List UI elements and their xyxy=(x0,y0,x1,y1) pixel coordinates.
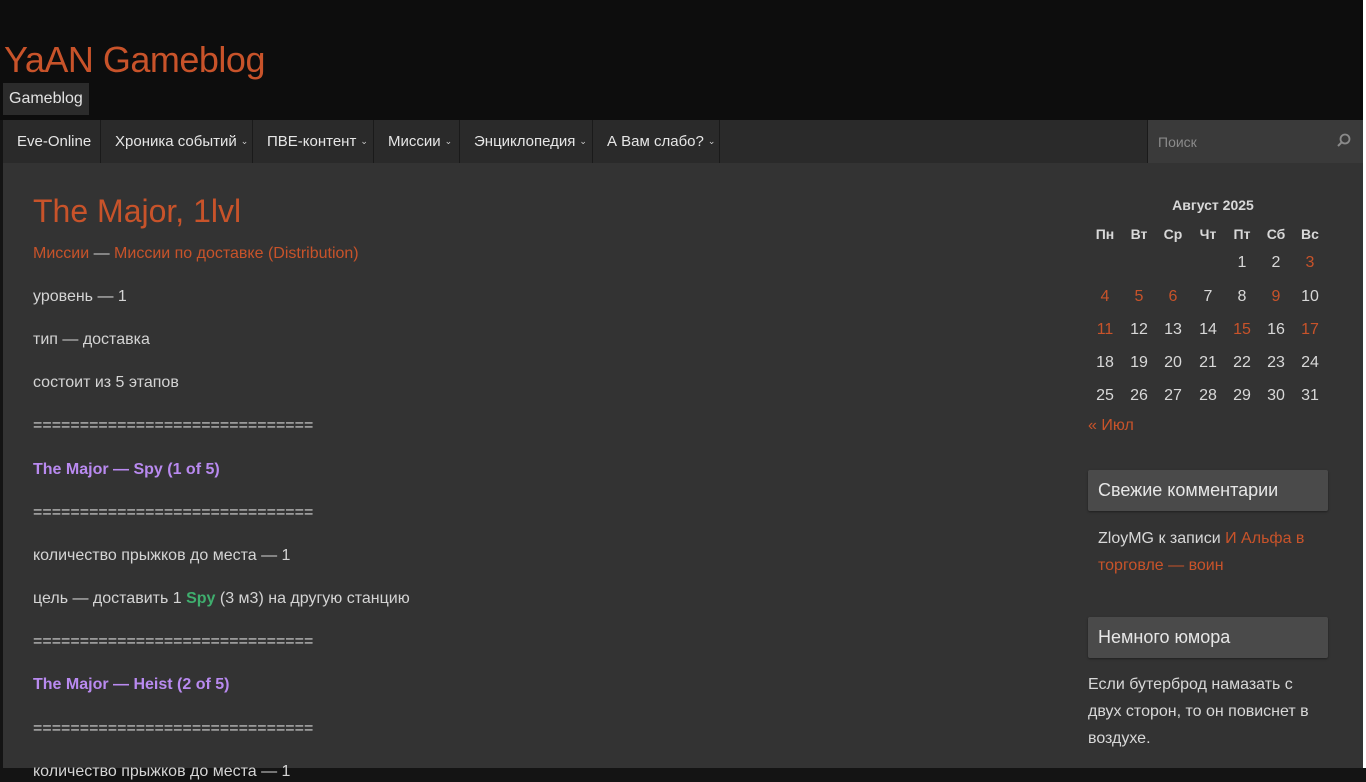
calendar-day: 22 xyxy=(1233,354,1251,371)
calendar-day: 30 xyxy=(1267,387,1285,404)
post-text-type: тип — доставка xyxy=(33,331,150,348)
goal-suffix: (3 м3) на другую станцию xyxy=(215,590,410,607)
calendar-weekday: Сб xyxy=(1266,226,1286,242)
goal-item: Spy xyxy=(186,590,216,607)
nav-item-challenge[interactable]: А Вам слабо? ⌄ xyxy=(593,120,720,163)
calendar-day: 16 xyxy=(1267,321,1285,338)
nav-item-label: А Вам слабо? xyxy=(607,133,704,150)
calendar-day: 2 xyxy=(1271,254,1281,271)
calendar-day-link[interactable]: 6 xyxy=(1156,287,1190,307)
stage1-title: The Major — Spy (1 of 5) xyxy=(33,461,220,478)
stage1-jumps: количество прыжков до места — 1 xyxy=(33,547,291,564)
recent-comments-title: Свежие комментарии xyxy=(1088,470,1328,511)
calendar-weekday: Пт xyxy=(1233,226,1251,242)
calendar-day: 7 xyxy=(1203,288,1213,305)
calendar-day-link[interactable]: 15 xyxy=(1225,320,1259,340)
chevron-down-icon: ⌄ xyxy=(360,136,368,146)
category-link-distribution[interactable]: Миссии по доставке (Distribution) xyxy=(114,245,359,262)
calendar-day: 23 xyxy=(1267,354,1285,371)
calendar-day: 13 xyxy=(1164,321,1182,338)
calendar-weekday: Пн xyxy=(1095,226,1115,242)
calendar-caption: Август 2025 xyxy=(1172,197,1254,213)
recent-comment-item: ZloyMG к записи И Альфа в торговле — вои… xyxy=(1098,525,1328,579)
category-link-missions[interactable]: Миссии xyxy=(33,245,89,262)
category-separator: — xyxy=(93,245,110,262)
nav-item-pve-content[interactable]: ПВЕ-контент ⌄ xyxy=(253,120,374,163)
separator-line: ============================== xyxy=(33,720,314,737)
chevron-down-icon: ⌄ xyxy=(444,136,453,146)
chevron-down-icon: ⌄ xyxy=(240,136,249,146)
calendar-day: 20 xyxy=(1164,354,1182,371)
separator-line: ============================== xyxy=(33,504,314,521)
nav-item-chronicle[interactable]: Хроника событий ⌄ xyxy=(101,120,253,163)
post-text-stages: состоит из 5 этапов xyxy=(33,374,179,391)
stage2-title: The Major — Heist (2 of 5) xyxy=(33,676,230,693)
nav-item-encyclopedia[interactable]: Энциклопедия ⌄ xyxy=(460,120,593,163)
calendar-weekday: Вс xyxy=(1301,226,1319,242)
calendar-day: 24 xyxy=(1301,354,1319,371)
goal-prefix: цель — доставить 1 xyxy=(33,590,187,607)
calendar-day: 12 xyxy=(1130,321,1148,338)
post-categories: Миссии — Миссии по доставке (Distributio… xyxy=(33,244,359,264)
humor-widget-title: Немного юмора xyxy=(1088,617,1328,658)
calendar-weekday: Вт xyxy=(1130,226,1148,242)
chevron-down-icon: ⌄ xyxy=(707,136,716,146)
calendar-day: 1 xyxy=(1237,254,1247,271)
site-header: YaAN Gameblog Gameblog xyxy=(0,0,1363,120)
nav-item-label: Энциклопедия xyxy=(474,133,576,150)
calendar-day-link[interactable]: 5 xyxy=(1122,287,1156,307)
calendar-day: 25 xyxy=(1096,387,1114,404)
calendar-day: 19 xyxy=(1130,354,1148,371)
calendar-day-link[interactable]: 4 xyxy=(1088,287,1122,307)
calendar-day: 27 xyxy=(1164,387,1182,404)
calendar-day: 21 xyxy=(1199,354,1217,371)
chevron-down-icon: ⌄ xyxy=(579,136,587,146)
nav-item-eve-online[interactable]: Eve-Online xyxy=(3,120,101,163)
stage1-goal: цель — доставить 1 Spy (3 м3) на другую … xyxy=(33,589,410,609)
comment-connector: к записи xyxy=(1154,530,1226,547)
nav-item-label: ПВЕ-контент xyxy=(267,133,357,150)
search-input[interactable] xyxy=(1148,120,1338,163)
calendar-day-link[interactable]: 3 xyxy=(1293,253,1327,273)
calendar-day: 8 xyxy=(1237,288,1247,305)
nav-item-label: Миссии xyxy=(388,133,441,150)
calendar-day: 31 xyxy=(1301,387,1319,404)
calendar-weekday: Ср xyxy=(1163,226,1183,242)
search-icon[interactable] xyxy=(1335,132,1353,150)
calendar-day-link[interactable]: 11 xyxy=(1088,320,1122,340)
nav-item-missions[interactable]: Миссии ⌄ xyxy=(374,120,460,163)
calendar-day-link[interactable]: 17 xyxy=(1293,320,1327,340)
calendar-day: 28 xyxy=(1199,387,1217,404)
calendar-day: 29 xyxy=(1233,387,1251,404)
site-title[interactable]: YaAN Gameblog xyxy=(4,38,265,82)
site-tagline: Gameblog xyxy=(3,83,89,115)
comment-author: ZloyMG xyxy=(1098,530,1154,547)
calendar-day: 14 xyxy=(1199,321,1217,338)
separator-line: ============================== xyxy=(33,417,314,434)
calendar-day: 26 xyxy=(1130,387,1148,404)
main-content: The Major, 1lvl Миссии — Миссии по доста… xyxy=(3,163,1363,780)
separator-line: ============================== xyxy=(33,633,314,650)
calendar-day: 18 xyxy=(1096,354,1114,371)
calendar-day: 10 xyxy=(1301,288,1319,305)
post-title[interactable]: The Major, 1lvl xyxy=(33,192,241,230)
search-box xyxy=(1147,120,1363,163)
nav-item-label: Хроника событий xyxy=(115,133,237,150)
calendar-weekday: Чт xyxy=(1199,226,1217,242)
stage2-jumps: количество прыжков до места — 1 xyxy=(33,763,291,780)
calendar-day-link[interactable]: 9 xyxy=(1259,287,1293,307)
calendar-prev-month-link[interactable]: « Июл xyxy=(1088,417,1134,435)
post-text-level: уровень — 1 xyxy=(33,288,127,305)
humor-text: Если бутерброд намазать с двух сторон, т… xyxy=(1088,676,1309,747)
nav-item-label: Eve-Online xyxy=(17,133,92,150)
